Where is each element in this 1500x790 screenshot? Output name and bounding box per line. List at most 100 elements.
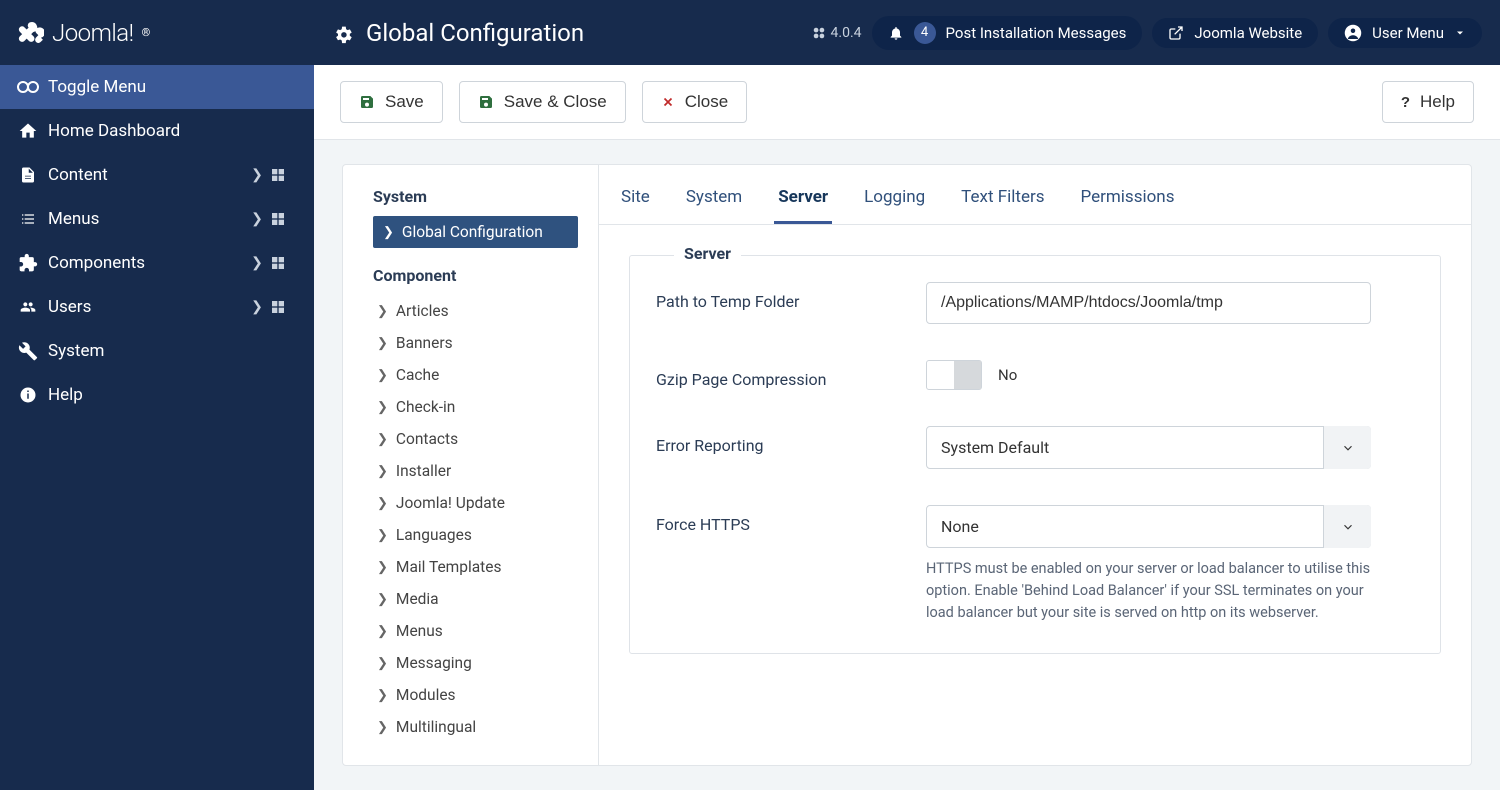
sidebar-item-system[interactable]: System xyxy=(0,329,314,373)
grid-icon xyxy=(270,255,296,271)
user-icon xyxy=(1344,24,1362,42)
component-link-multilingual[interactable]: ❯Multilingual xyxy=(373,711,578,743)
save-close-button[interactable]: Save & Close xyxy=(459,81,626,123)
help-button[interactable]: ? Help xyxy=(1382,81,1474,123)
external-link-icon xyxy=(1168,25,1184,41)
chevron-right-icon: ❯ xyxy=(377,560,388,575)
component-link-joomla-update[interactable]: ❯Joomla! Update xyxy=(373,487,578,519)
save-button[interactable]: Save xyxy=(340,81,443,123)
brand-text: Joomla! xyxy=(52,19,134,47)
joomla-website-button[interactable]: Joomla Website xyxy=(1152,18,1318,48)
help-icon: ? xyxy=(1401,94,1410,111)
grid-icon xyxy=(270,167,296,183)
chevron-right-icon: ❯ xyxy=(377,688,388,703)
chevron-right-icon: ❯ xyxy=(377,656,388,671)
tabs: Site System Server Logging Text Filters Permi… xyxy=(599,165,1471,225)
save-icon xyxy=(478,94,494,110)
toggle-icon xyxy=(14,80,42,94)
sidebar-item-users[interactable]: Users❯ xyxy=(0,285,314,329)
system-heading: System xyxy=(373,187,578,206)
sidebar-item-menus[interactable]: Menus❯ xyxy=(0,197,314,241)
sidebar: Toggle Menu Home DashboardContent❯Menus❯… xyxy=(0,65,314,790)
chevron-right-icon: ❯ xyxy=(244,167,270,183)
server-fieldset: Server Path to Temp Folder Gzip Page Com… xyxy=(629,255,1441,654)
gzip-value: No xyxy=(998,366,1017,384)
gzip-toggle[interactable] xyxy=(926,360,982,390)
component-heading: Component xyxy=(373,266,578,285)
tab-site[interactable]: Site xyxy=(617,179,654,224)
gzip-label: Gzip Page Compression xyxy=(656,360,926,389)
tab-server[interactable]: Server xyxy=(774,179,832,224)
file-icon xyxy=(14,165,42,185)
chevron-right-icon: ❯ xyxy=(377,432,388,447)
force-https-label: Force HTTPS xyxy=(656,505,926,534)
tab-logging[interactable]: Logging xyxy=(860,179,929,224)
save-icon xyxy=(359,94,375,110)
post-install-messages-button[interactable]: 4 Post Installation Messages xyxy=(872,16,1143,50)
component-link-cache[interactable]: ❯Cache xyxy=(373,359,578,391)
chevron-right-icon: ❯ xyxy=(377,496,388,511)
joomla-small-icon xyxy=(812,26,826,40)
component-link-contacts[interactable]: ❯Contacts xyxy=(373,423,578,455)
close-button[interactable]: Close xyxy=(642,81,747,123)
force-https-help: HTTPS must be enabled on your server or … xyxy=(926,558,1381,623)
chevron-right-icon: ❯ xyxy=(377,336,388,351)
sidebar-item-help[interactable]: Help xyxy=(0,373,314,417)
tab-permissions[interactable]: Permissions xyxy=(1077,179,1179,224)
component-link-mail-templates[interactable]: ❯Mail Templates xyxy=(373,551,578,583)
chevron-right-icon: ❯ xyxy=(377,464,388,479)
component-link-installer[interactable]: ❯Installer xyxy=(373,455,578,487)
info-icon xyxy=(14,386,42,404)
toolbar: Save Save & Close Close ? Help xyxy=(314,65,1500,140)
chevron-right-icon: ❯ xyxy=(383,225,394,240)
gear-icon xyxy=(332,22,354,44)
component-link-check-in[interactable]: ❯Check-in xyxy=(373,391,578,423)
component-link-banners[interactable]: ❯Banners xyxy=(373,327,578,359)
component-link-languages[interactable]: ❯Languages xyxy=(373,519,578,551)
chevron-right-icon: ❯ xyxy=(244,255,270,271)
sidebar-item-home-dashboard[interactable]: Home Dashboard xyxy=(0,109,314,153)
path-temp-input[interactable] xyxy=(926,282,1371,324)
component-link-menus[interactable]: ❯Menus xyxy=(373,615,578,647)
fieldset-legend: Server xyxy=(674,244,741,263)
notification-count: 4 xyxy=(914,22,936,44)
page-title: Global Configuration xyxy=(366,19,584,47)
chevron-right-icon: ❯ xyxy=(377,528,388,543)
sidebar-item-components[interactable]: Components❯ xyxy=(0,241,314,285)
puzzle-icon xyxy=(14,253,42,273)
error-reporting-select[interactable]: System Default xyxy=(926,426,1371,469)
component-link-modules[interactable]: ❯Modules xyxy=(373,679,578,711)
chevron-right-icon: ❯ xyxy=(377,304,388,319)
component-link-articles[interactable]: ❯Articles xyxy=(373,295,578,327)
component-link-media[interactable]: ❯Media xyxy=(373,583,578,615)
tab-text-filters[interactable]: Text Filters xyxy=(957,179,1048,224)
home-icon xyxy=(14,121,42,141)
chevron-right-icon: ❯ xyxy=(244,211,270,227)
chevron-right-icon: ❯ xyxy=(377,720,388,735)
joomla-icon xyxy=(18,20,44,46)
chevron-right-icon: ❯ xyxy=(377,624,388,639)
path-temp-label: Path to Temp Folder xyxy=(656,282,926,311)
user-menu-button[interactable]: User Menu xyxy=(1328,18,1482,48)
config-nav: System ❯ Global Configuration Component … xyxy=(343,165,599,765)
version-label: 4.0.4 xyxy=(812,25,862,41)
list-icon xyxy=(14,211,42,227)
chevron-right-icon: ❯ xyxy=(377,592,388,607)
error-reporting-label: Error Reporting xyxy=(656,426,926,455)
chevron-right-icon: ❯ xyxy=(377,368,388,383)
sidebar-toggle[interactable]: Toggle Menu xyxy=(0,65,314,109)
chevron-right-icon: ❯ xyxy=(244,299,270,315)
global-configuration-link[interactable]: ❯ Global Configuration xyxy=(373,216,578,248)
bell-icon xyxy=(888,25,904,41)
close-icon xyxy=(661,95,675,109)
tab-system[interactable]: System xyxy=(682,179,746,224)
chevron-right-icon: ❯ xyxy=(377,400,388,415)
grid-icon xyxy=(270,299,296,315)
component-link-messaging[interactable]: ❯Messaging xyxy=(373,647,578,679)
wrench-icon xyxy=(14,341,42,361)
grid-icon xyxy=(270,211,296,227)
brand-logo[interactable]: Joomla! ® xyxy=(0,19,314,47)
force-https-select[interactable]: None xyxy=(926,505,1371,548)
sidebar-item-content[interactable]: Content❯ xyxy=(0,153,314,197)
users-icon xyxy=(14,299,42,315)
